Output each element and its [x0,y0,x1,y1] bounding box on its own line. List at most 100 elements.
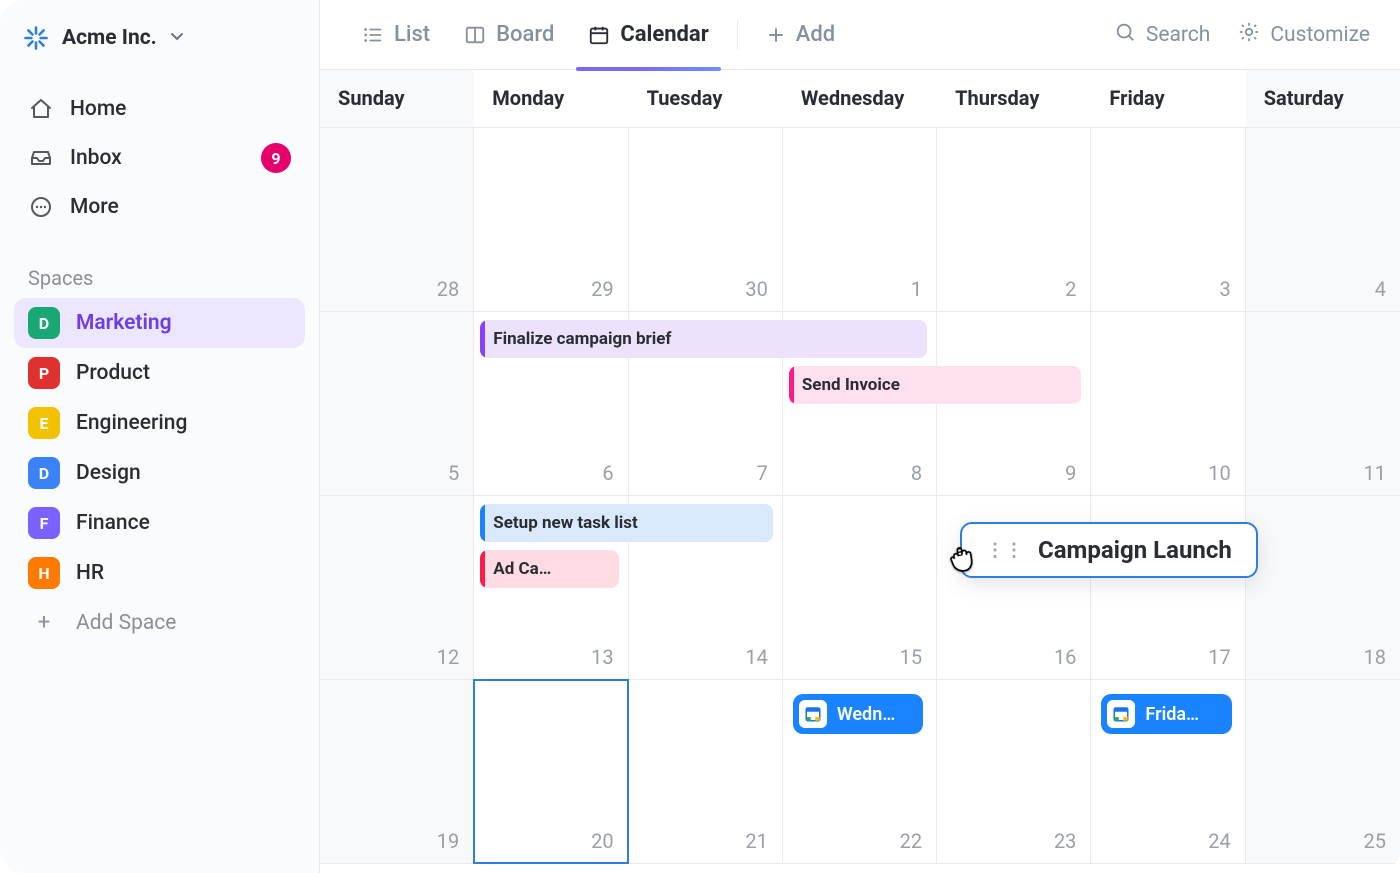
space-avatar: H [28,557,60,589]
space-avatar: P [28,357,60,389]
google-calendar-icon [799,700,827,728]
date-number: 20 [591,829,613,853]
calendar-cell[interactable]: 19 [320,680,474,863]
calendar-cell[interactable]: 5 [320,312,474,495]
date-number: 8 [911,461,922,485]
space-item-label: Design [76,461,141,485]
customize-button[interactable]: Customize [1238,21,1370,49]
view-tab-label: Calendar [620,22,708,47]
day-header: Monday [474,70,628,127]
space-item-label: Engineering [76,411,187,435]
app-logo-icon [22,24,50,52]
event-label: Ad Ca… [493,559,551,579]
primary-nav: Home Inbox 9 More [14,86,305,230]
calendar-cell[interactable]: 1 [783,128,937,311]
date-number: 17 [1208,645,1230,669]
search-button[interactable]: Search [1114,21,1211,49]
view-tab-label: Board [496,22,554,47]
calendar-event[interactable]: Finalize campaign brief [480,320,927,358]
add-space-button[interactable]: + Add Space [14,598,305,647]
calendar-cell[interactable]: 29 [474,128,628,311]
dragging-task-label: Campaign Launch [1038,536,1232,564]
space-item-design[interactable]: DDesign [14,448,305,498]
date-number: 19 [437,829,459,853]
google-calendar-event[interactable]: Frida… [1101,694,1231,734]
calendar-event[interactable]: Ad Ca… [480,550,618,588]
event-color-stripe [480,504,485,542]
space-item-label: Product [76,361,150,385]
event-label: Finalize campaign brief [493,329,671,349]
day-header: Saturday [1246,70,1400,127]
event-label: Wedn… [837,704,895,725]
calendar-cell[interactable]: 20 [474,680,628,863]
event-color-stripe [480,550,485,588]
calendar-cell[interactable]: 18 [1246,496,1400,679]
calendar-event[interactable]: Setup new task list [480,504,773,542]
event-label: Setup new task list [493,513,638,533]
space-avatar: F [28,507,60,539]
calendar-cell[interactable]: 25 [1246,680,1400,863]
event-color-stripe [789,366,794,404]
nav-inbox[interactable]: Inbox 9 [14,132,305,184]
add-view-button[interactable]: Add [754,0,847,70]
workspace-name: Acme Inc. [62,26,157,50]
calendar-cell[interactable]: 4 [1246,128,1400,311]
date-number: 22 [900,829,922,853]
space-item-label: Finance [76,511,150,535]
day-header: Wednesday [783,70,937,127]
calendar-icon [588,24,610,46]
dragging-task-card[interactable]: ⋮⋮ Campaign Launch [960,522,1258,578]
view-tab-board[interactable]: Board [452,0,566,70]
date-number: 12 [437,645,459,669]
calendar-cell[interactable]: 3 [1091,128,1245,311]
space-item-product[interactable]: P Product [14,348,305,398]
date-number: 7 [757,461,768,485]
date-number: 1 [911,277,922,301]
workspace-switcher[interactable]: Acme Inc. [14,20,305,68]
space-item-hr[interactable]: H HR [14,548,305,598]
space-avatar: D [28,307,60,339]
date-number: 16 [1054,645,1076,669]
event-color-stripe [480,320,485,358]
date-number: 29 [591,277,613,301]
calendar-cell[interactable]: 15 [783,496,937,679]
space-item-marketing[interactable]: DMarketing [14,298,305,348]
nav-label: Inbox [70,146,122,170]
view-tab-list[interactable]: List [350,0,442,70]
date-number: 2 [1065,277,1076,301]
calendar-cell[interactable]: 28 [320,128,474,311]
calendar-cell[interactable]: 21 [629,680,783,863]
date-number: 30 [745,277,767,301]
space-item-label: HR [76,561,104,585]
calendar-cell[interactable]: 10 [1091,312,1245,495]
date-number: 4 [1375,277,1386,301]
date-number: 23 [1054,829,1076,853]
calendar-cell[interactable]: 2 [937,128,1091,311]
calendar-cell[interactable]: 11 [1246,312,1400,495]
add-space-label: Add Space [76,611,176,635]
date-number: 11 [1364,461,1386,485]
calendar: SundayMondayTuesdayWednesdayThursdayFrid… [320,70,1400,873]
date-number: 15 [900,645,922,669]
nav-home[interactable]: Home [14,86,305,132]
spaces-heading: Spaces [14,260,305,298]
event-label: Frida… [1145,704,1199,725]
drag-handle-icon[interactable]: ⋮⋮ [986,540,1024,561]
calendar-cell[interactable]: 12 [320,496,474,679]
main-panel: List Board Calendar Add [320,0,1400,873]
nav-more[interactable]: More [14,184,305,230]
plus-icon: + [28,610,60,635]
google-calendar-event[interactable]: Wedn… [793,694,923,734]
calendar-cell[interactable]: 23 [937,680,1091,863]
add-view-label: Add [796,22,835,47]
search-label: Search [1146,23,1211,47]
space-item-engineering[interactable]: EEngineering [14,398,305,448]
space-item-finance[interactable]: F Finance [14,498,305,548]
date-number: 14 [745,645,767,669]
nav-label: More [70,195,119,219]
chevron-down-icon [169,28,185,48]
view-tab-calendar[interactable]: Calendar [576,0,720,70]
calendar-event[interactable]: Send Invoice [789,366,1082,404]
calendar-cell[interactable]: 30 [629,128,783,311]
date-number: 13 [591,645,613,669]
